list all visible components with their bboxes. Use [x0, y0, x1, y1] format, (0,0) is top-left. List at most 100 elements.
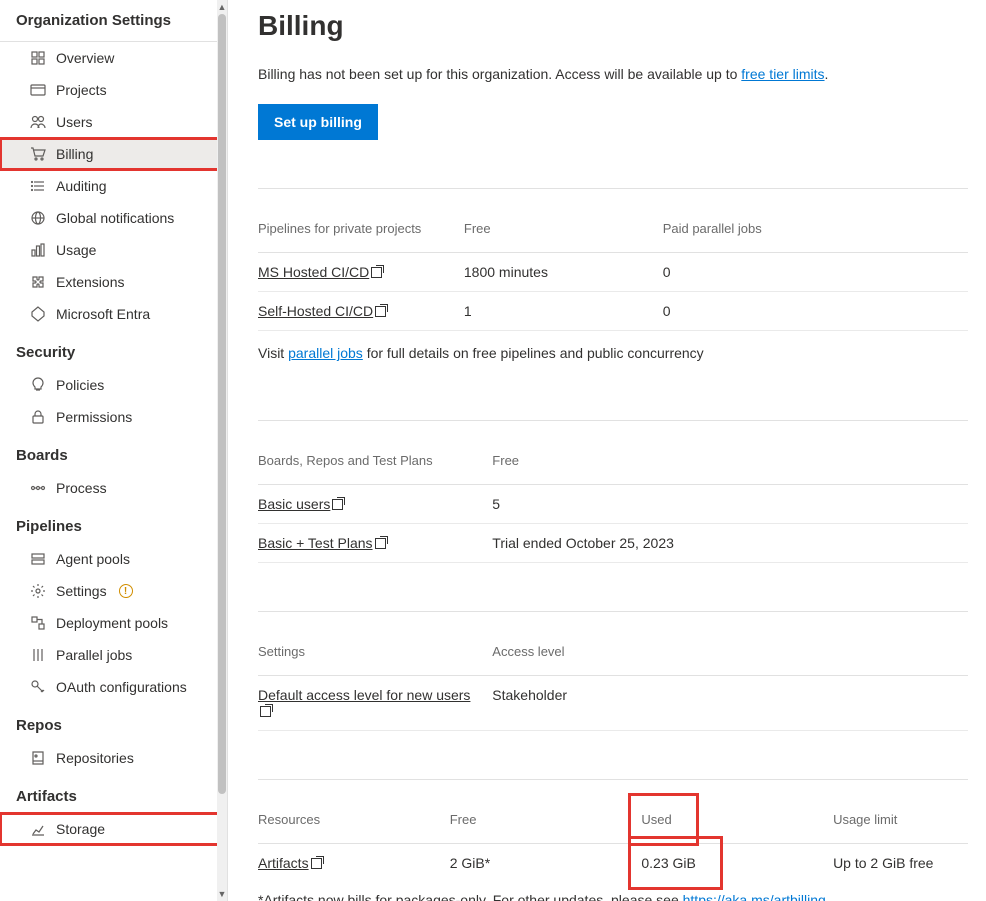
sidebar-item-users[interactable]: Users [0, 106, 227, 138]
process-icon [30, 480, 46, 496]
col-header: Paid parallel jobs [663, 205, 968, 253]
sidebar-item-label: Settings [56, 583, 107, 599]
card-icon [30, 82, 46, 98]
row-free: 1 [464, 292, 663, 331]
col-header: Resources [258, 796, 450, 844]
row-label[interactable]: MS Hosted CI/CD [258, 253, 464, 292]
sidebar-item-label: Permissions [56, 409, 132, 425]
sidebar-item-policies[interactable]: Policies [0, 369, 227, 401]
sidebar-item-deployment-pools[interactable]: Deployment pools [0, 607, 227, 639]
sidebar-group-title: Artifacts [0, 774, 227, 813]
row-label[interactable]: Default access level for new users [258, 676, 492, 731]
settings-section: Settings Access level Default access lev… [258, 611, 968, 731]
sidebar-item-label: Repositories [56, 750, 134, 766]
sidebar-item-global-notifications[interactable]: Global notifications [0, 202, 227, 234]
pool-icon [30, 551, 46, 567]
row-label[interactable]: Artifacts [258, 844, 450, 883]
row-paid: 0 [663, 253, 968, 292]
intro-pre: Billing has not been set up for this org… [258, 66, 741, 82]
external-link-icon [375, 306, 386, 317]
free-tier-link[interactable]: free tier limits [741, 66, 824, 82]
col-header-used: Used [641, 796, 833, 844]
sidebar-item-billing[interactable]: Billing [0, 138, 227, 170]
sidebar-item-label: Agent pools [56, 551, 130, 567]
grid-icon [30, 50, 46, 66]
sidebar-scrollbar[interactable]: ▲ ▼ [217, 0, 227, 901]
table-row: Basic + Test PlansTrial ended October 25… [258, 524, 968, 563]
external-link-icon [371, 267, 382, 278]
scroll-up-arrow[interactable]: ▲ [218, 0, 227, 14]
sidebar-group-title: Security [0, 330, 227, 369]
sidebar-item-label: Global notifications [56, 210, 174, 226]
sidebar-item-parallel-jobs[interactable]: Parallel jobs [0, 639, 227, 671]
sidebar-item-usage[interactable]: Usage [0, 234, 227, 266]
boards-table: Boards, Repos and Test Plans Free Basic … [258, 437, 968, 563]
parallel-icon [30, 647, 46, 663]
main-content: Billing Billing has not been set up for … [228, 0, 986, 901]
sidebar-item-auditing[interactable]: Auditing [0, 170, 227, 202]
boards-section: Boards, Repos and Test Plans Free Basic … [258, 420, 968, 563]
sidebar-item-overview[interactable]: Overview [0, 42, 227, 74]
sidebar-item-label: Storage [56, 821, 105, 837]
table-row: Self-Hosted CI/CD10 [258, 292, 968, 331]
sidebar-title: Organization Settings [0, 0, 227, 42]
sidebar-item-oauth-configurations[interactable]: OAuth configurations [0, 671, 227, 703]
bars-icon [30, 242, 46, 258]
sidebar-item-label: Projects [56, 82, 107, 98]
row-free: 5 [492, 485, 968, 524]
row-label[interactable]: Self-Hosted CI/CD [258, 292, 464, 331]
repo-icon [30, 750, 46, 766]
col-header: Free [464, 205, 663, 253]
sidebar-item-projects[interactable]: Projects [0, 74, 227, 106]
row-label[interactable]: Basic users [258, 485, 492, 524]
sidebar-group-title: Pipelines [0, 504, 227, 543]
external-link-icon [260, 706, 271, 717]
table-row: Artifacts 2 GiB* 0.23 GiB Up to 2 GiB fr… [258, 844, 968, 883]
sidebar-item-agent-pools[interactable]: Agent pools [0, 543, 227, 575]
sidebar-item-label: Process [56, 480, 107, 496]
sidebar-item-process[interactable]: Process [0, 472, 227, 504]
table-row: MS Hosted CI/CD1800 minutes0 [258, 253, 968, 292]
sidebar-item-label: Policies [56, 377, 104, 393]
resources-table: Resources Free Used Usage limit Artifact… [258, 796, 968, 882]
intro-post: . [825, 66, 829, 82]
scroll-track[interactable] [217, 14, 227, 887]
lock-icon [30, 409, 46, 425]
sidebar-item-microsoft-entra[interactable]: Microsoft Entra [0, 298, 227, 330]
sidebar-item-storage[interactable]: Storage [0, 813, 227, 845]
col-header: Usage limit [833, 796, 968, 844]
key-icon [30, 679, 46, 695]
puzzle-icon [30, 274, 46, 290]
setup-billing-button[interactable]: Set up billing [258, 104, 378, 140]
sidebar-item-label: Microsoft Entra [56, 306, 150, 322]
sidebar-item-label: Parallel jobs [56, 647, 132, 663]
parallel-jobs-link[interactable]: parallel jobs [288, 345, 363, 361]
intro-text: Billing has not been set up for this org… [258, 66, 968, 82]
chart-icon [30, 821, 46, 837]
external-link-icon [332, 499, 343, 510]
row-free: 1800 minutes [464, 253, 663, 292]
scroll-down-arrow[interactable]: ▼ [218, 887, 227, 901]
cart-icon [30, 146, 46, 162]
artbilling-link[interactable]: https://aka.ms/artbilling [683, 892, 826, 901]
sidebar-item-settings[interactable]: Settings! [0, 575, 227, 607]
globe-icon [30, 210, 46, 226]
sidebar-item-permissions[interactable]: Permissions [0, 401, 227, 433]
table-row: Default access level for new users Stake… [258, 676, 968, 731]
sidebar-item-repositories[interactable]: Repositories [0, 742, 227, 774]
sidebar-item-label: Extensions [56, 274, 124, 290]
row-label[interactable]: Basic + Test Plans [258, 524, 492, 563]
sidebar-item-extensions[interactable]: Extensions [0, 266, 227, 298]
external-link-icon [311, 858, 322, 869]
sidebar-group-title: Repos [0, 703, 227, 742]
sidebar-group-title: Boards [0, 433, 227, 472]
scroll-thumb[interactable] [218, 14, 226, 794]
sidebar-item-label: Deployment pools [56, 615, 168, 631]
row-free: 2 GiB* [450, 844, 642, 883]
col-header: Free [450, 796, 642, 844]
settings-table: Settings Access level Default access lev… [258, 628, 968, 731]
sidebar-item-label: Overview [56, 50, 114, 66]
col-header: Boards, Repos and Test Plans [258, 437, 492, 485]
row-paid: 0 [663, 292, 968, 331]
row-limit: Up to 2 GiB free [833, 844, 968, 883]
